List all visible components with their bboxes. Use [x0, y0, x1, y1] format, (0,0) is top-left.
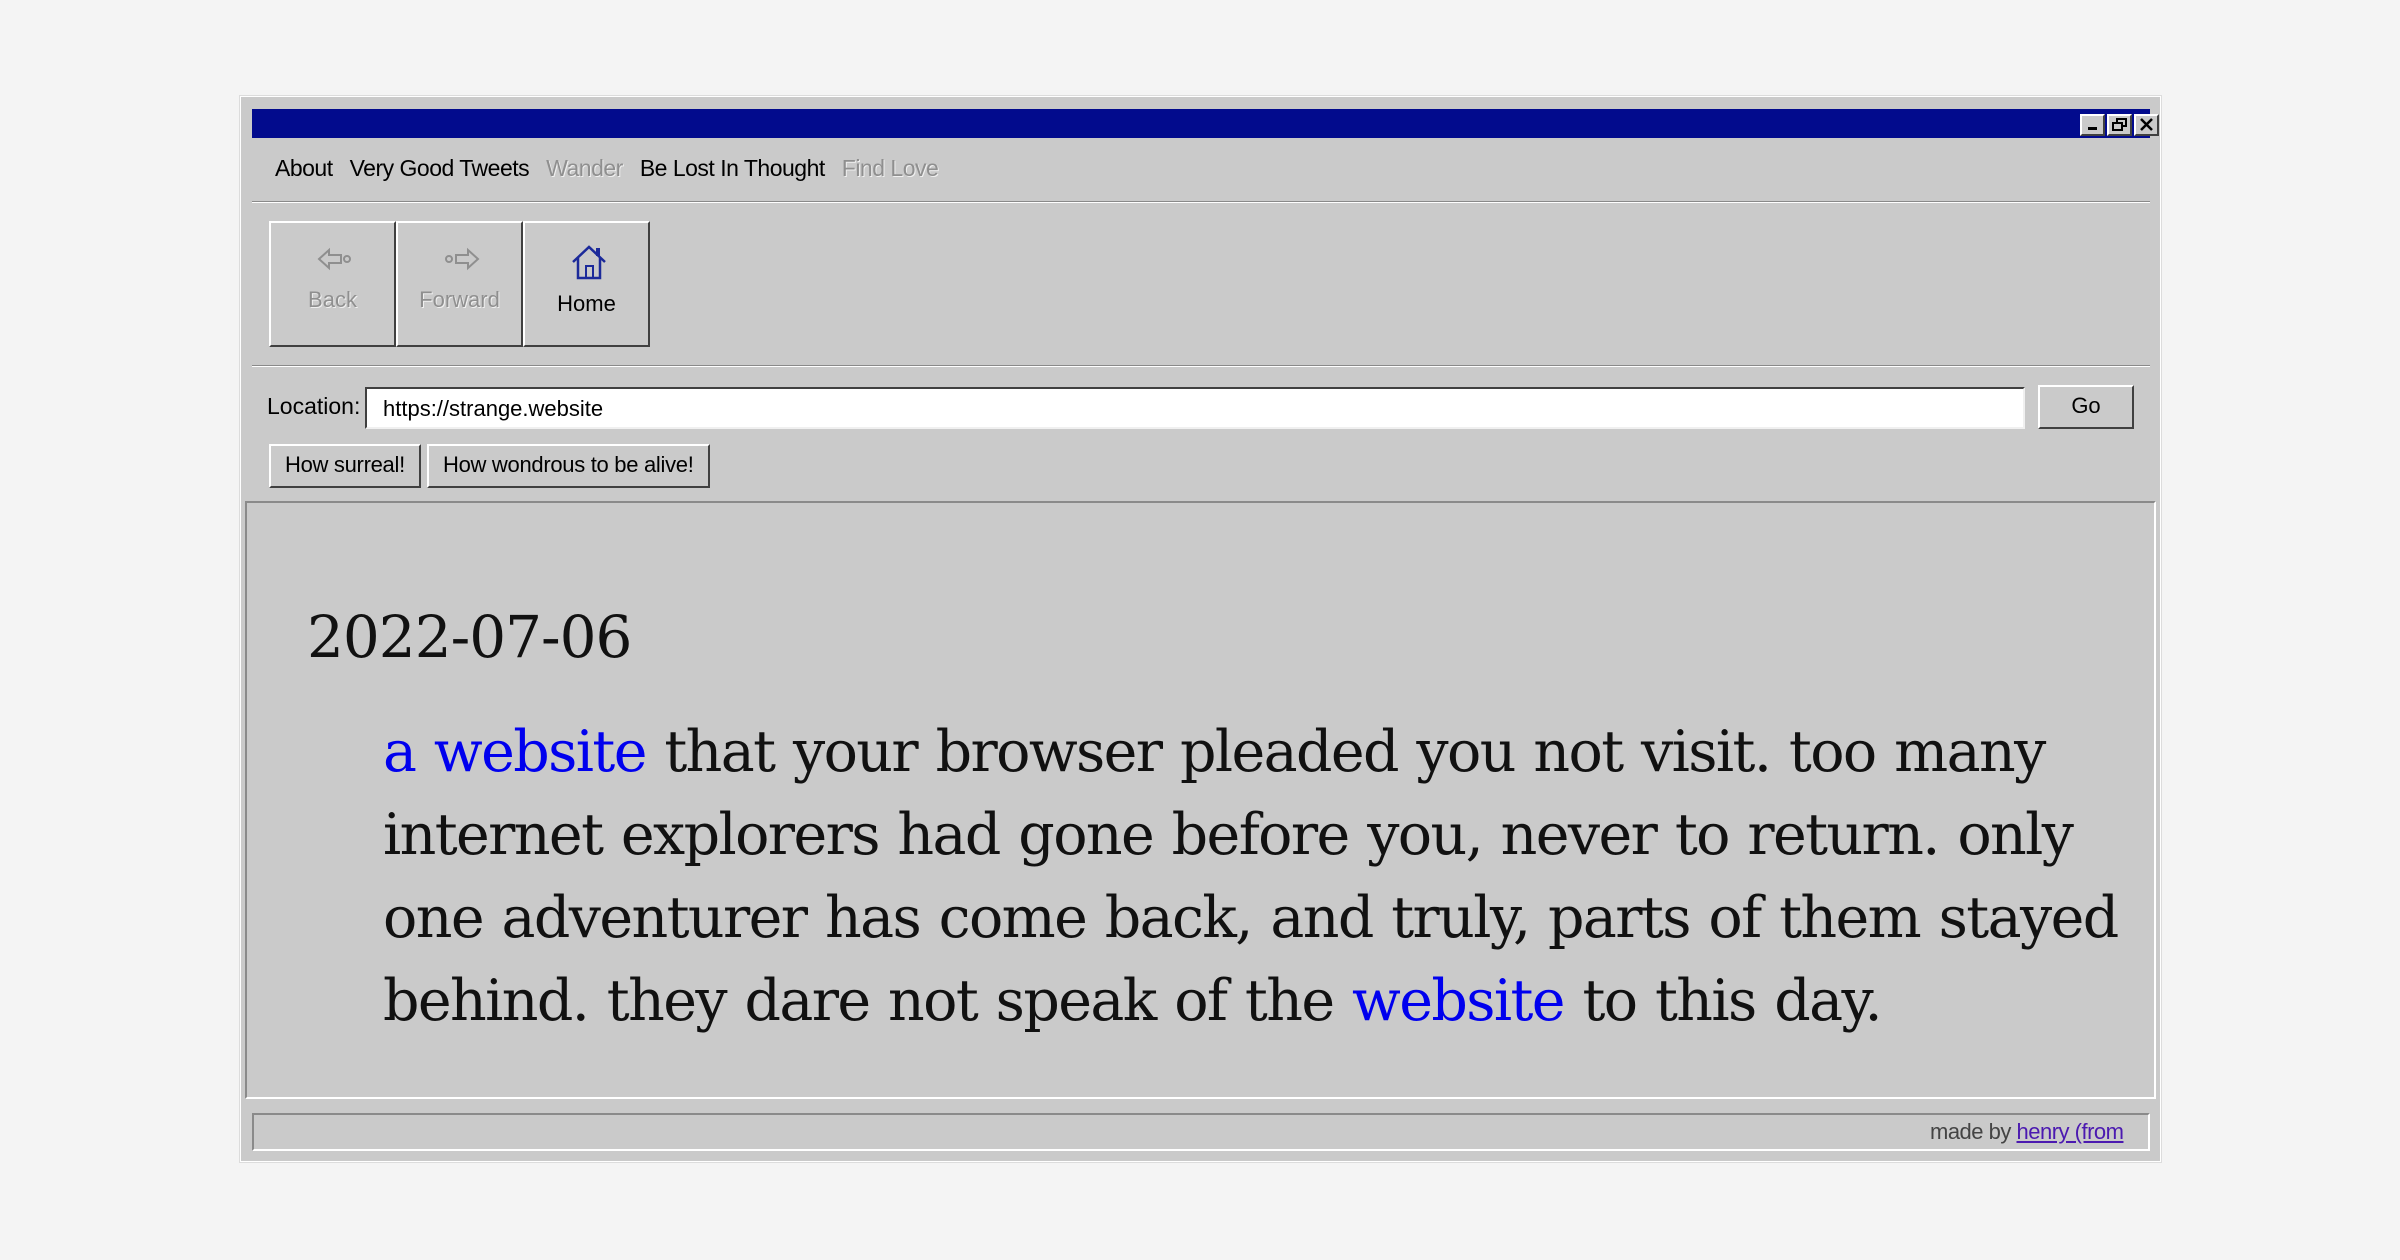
location-label: Location: [267, 393, 361, 419]
back-label: Back [308, 287, 357, 312]
divider [252, 365, 2150, 367]
home-label: Home [557, 291, 616, 316]
menu-item-find-love: Find Love [841, 155, 939, 181]
back-arrow-icon [317, 247, 351, 271]
credit-text: made by henry (from [1930, 1119, 2140, 1145]
minimize-icon[interactable] [2080, 114, 2105, 136]
page-content: 2022-07-06 a website that your browser p… [245, 501, 2156, 1099]
restore-icon[interactable] [2107, 114, 2132, 136]
divider [252, 201, 2150, 203]
forward-arrow-icon [445, 247, 480, 271]
browser-window: About Very Good Tweets Wander Be Lost In… [240, 96, 2161, 1162]
go-button[interactable]: Go [2038, 385, 2134, 429]
how-wondrous-button[interactable]: How wondrous to be alive! [427, 444, 710, 488]
paragraph-text-end: to this day. [1563, 968, 1882, 1034]
menu-bar: About Very Good Tweets Wander Be Lost In… [275, 155, 939, 185]
post-date: 2022-07-06 [307, 603, 632, 671]
post-paragraph: a website that your browser pleaded you … [383, 711, 2123, 1043]
menu-item-about[interactable]: About [275, 155, 333, 185]
menu-item-wander: Wander [546, 155, 623, 181]
forward-label: Forward [419, 287, 500, 312]
home-button[interactable]: Home [523, 221, 650, 347]
menu-item-be-lost-in-thought[interactable]: Be Lost In Thought [640, 155, 825, 185]
close-icon[interactable] [2134, 114, 2159, 136]
forward-button[interactable]: Forward [396, 221, 523, 347]
made-by-label: made by [1930, 1119, 2017, 1144]
website-link-2[interactable]: website [1352, 968, 1566, 1034]
how-surreal-button[interactable]: How surreal! [269, 444, 421, 488]
menu-item-very-good-tweets[interactable]: Very Good Tweets [350, 155, 530, 185]
status-bar: made by henry (from [252, 1113, 2150, 1151]
author-link[interactable]: henry (from [2017, 1119, 2124, 1144]
home-icon [572, 245, 606, 280]
location-input[interactable]: https://strange.website [365, 387, 2025, 429]
website-link[interactable]: a website [383, 719, 647, 785]
back-button[interactable]: Back [269, 221, 396, 347]
title-bar [252, 109, 2159, 138]
